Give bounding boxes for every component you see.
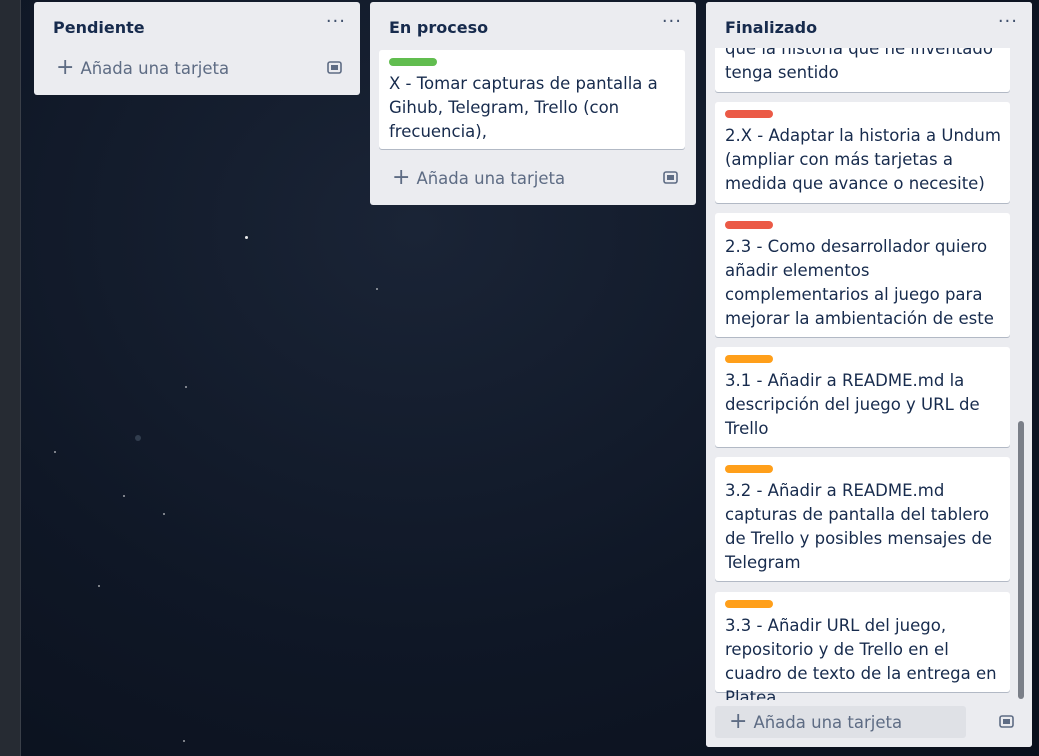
card-label[interactable] bbox=[725, 465, 773, 473]
card-label[interactable] bbox=[389, 58, 437, 66]
window-left-edge bbox=[0, 0, 21, 756]
card-template-icon[interactable] bbox=[327, 61, 342, 74]
list-header[interactable]: Finalizado ··· bbox=[706, 2, 1032, 48]
card-title: 3.3 - Añadir URL del juego, repositorio … bbox=[725, 616, 997, 707]
card[interactable]: X - Tomar capturas de pantalla a Gihub, … bbox=[379, 50, 685, 149]
card-template-icon[interactable] bbox=[663, 171, 678, 184]
card-title: 3.1 - Añadir a README.md la descripción … bbox=[725, 371, 980, 438]
card[interactable]: 3.2 - Añadir a README.md capturas de pan… bbox=[715, 457, 1010, 581]
list-footer: + Añada una tarjeta bbox=[706, 700, 1032, 747]
ellipsis-icon[interactable]: ··· bbox=[326, 11, 346, 32]
list-title[interactable]: Pendiente bbox=[53, 18, 145, 37]
card[interactable]: 3.3 - Añadir URL del juego, repositorio … bbox=[715, 592, 1010, 707]
card-label[interactable] bbox=[725, 110, 773, 118]
background-star bbox=[54, 451, 56, 453]
list-title[interactable]: En proceso bbox=[389, 18, 488, 37]
background-star bbox=[245, 236, 248, 239]
add-card-button[interactable]: + Añada una tarjeta bbox=[715, 706, 966, 738]
background-star bbox=[163, 513, 165, 515]
card[interactable]: 2.X - Adaptar la historia a Undum (ampli… bbox=[715, 102, 1010, 203]
add-card-label: Añada una tarjeta bbox=[80, 58, 230, 78]
plus-icon: + bbox=[56, 55, 75, 80]
plus-icon: + bbox=[729, 709, 748, 734]
plus-icon: + bbox=[392, 165, 411, 190]
ellipsis-icon[interactable]: ··· bbox=[998, 11, 1018, 32]
list-header[interactable]: Pendiente ··· bbox=[34, 2, 360, 50]
card-template-icon[interactable] bbox=[999, 715, 1014, 728]
card-title: 2.3 - Como desarrollador quiero añadir e… bbox=[725, 237, 994, 328]
add-card-label: Añada una tarjeta bbox=[416, 168, 566, 188]
card-label[interactable] bbox=[725, 600, 773, 608]
list-header[interactable]: En proceso ··· bbox=[370, 2, 696, 50]
list-title[interactable]: Finalizado bbox=[725, 18, 817, 37]
ellipsis-icon[interactable]: ··· bbox=[662, 11, 682, 32]
add-card-button[interactable]: + Añada una tarjeta bbox=[392, 162, 652, 194]
background-star bbox=[185, 386, 187, 388]
background-star bbox=[98, 585, 100, 587]
card-title: 2.X - Adaptar la historia a Undum (ampli… bbox=[725, 126, 1001, 193]
add-card-label: Añada una tarjeta bbox=[753, 712, 903, 732]
card-label[interactable] bbox=[725, 221, 773, 229]
card[interactable]: 3.1 - Añadir a README.md la descripción … bbox=[715, 347, 1010, 447]
background-star bbox=[135, 435, 141, 441]
background-star bbox=[183, 740, 185, 742]
card-label[interactable] bbox=[725, 355, 773, 363]
background-star bbox=[123, 495, 125, 497]
list-en-proceso: En proceso ··· X - Tomar capturas de pan… bbox=[370, 2, 696, 205]
list-scrollbar[interactable] bbox=[1018, 421, 1024, 699]
list-finalizado: que la historia que he inventado tenga s… bbox=[706, 2, 1032, 747]
list-pendiente: Pendiente ··· + Añada una tarjeta bbox=[34, 2, 360, 95]
card-title: 3.2 - Añadir a README.md capturas de pan… bbox=[725, 481, 993, 572]
card-title: X - Tomar capturas de pantalla a Gihub, … bbox=[389, 74, 658, 141]
background-star bbox=[376, 288, 378, 290]
card[interactable]: 2.3 - Como desarrollador quiero añadir e… bbox=[715, 213, 1010, 337]
add-card-button[interactable]: + Añada una tarjeta bbox=[56, 52, 316, 84]
